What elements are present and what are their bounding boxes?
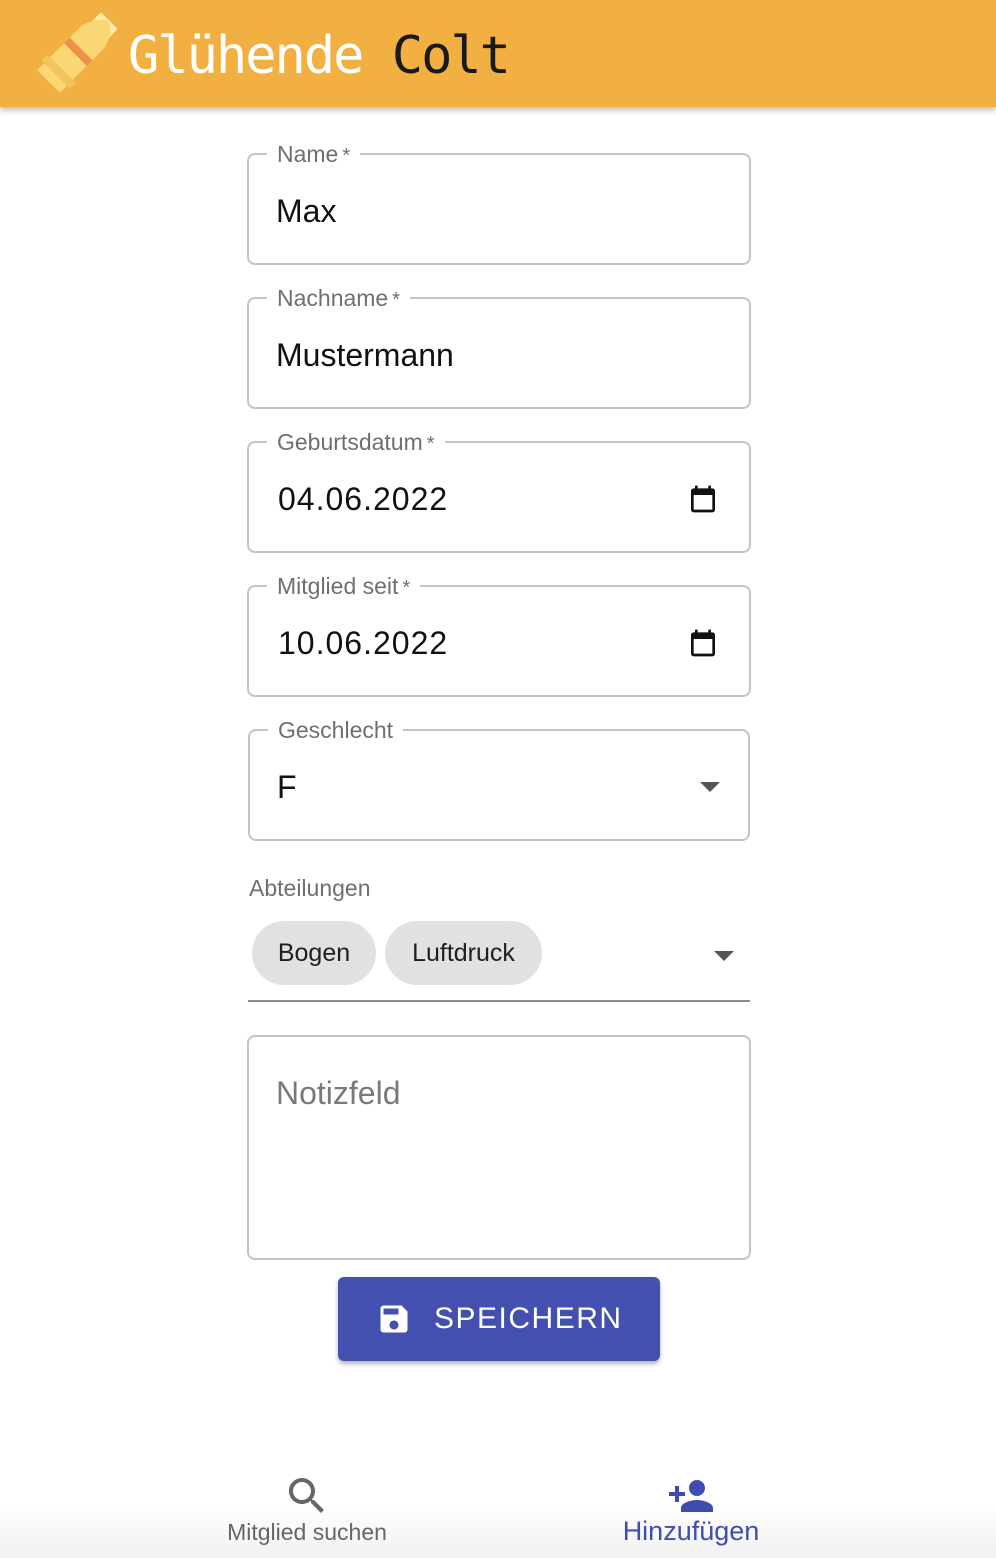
geschlecht-value[interactable]: F [277,767,297,807]
bullet-icon [37,12,118,93]
nachname-field[interactable]: Nachname * Mustermann [247,284,751,409]
nachname-input[interactable]: Mustermann [276,335,454,375]
abteilungen-select[interactable]: Bogen Luftdruck [248,918,750,1002]
geburtsdatum-label: Geburtsdatum * [267,428,445,458]
chevron-down-icon[interactable] [698,780,722,794]
nav-hinzufuegen[interactable]: Hinzufügen [541,1440,841,1558]
name-label: Name * [267,140,361,170]
calendar-icon[interactable] [687,483,719,515]
geburtsdatum-field[interactable]: Geburtsdatum * 04.06.2022 [247,428,751,553]
app-title-part1: Glühende [128,26,364,86]
nav-label: Hinzufügen [622,1516,760,1546]
app-title: Glühende Colt [128,26,511,86]
search-icon [289,1478,324,1513]
nachname-label: Nachname * [267,284,411,314]
mitglied-seit-field[interactable]: Mitglied seit * 10.06.2022 [247,572,751,697]
abteilungen-label: Abteilungen [249,875,371,901]
bottom-navigation: Mitglied suchen Hinzufügen [0,1440,996,1558]
chip-bogen[interactable]: Bogen [252,921,376,985]
mitglied-seit-input[interactable]: 10.06.2022 [278,623,448,663]
nav-label: Mitglied suchen [227,1519,387,1545]
geschlecht-select[interactable]: Geschlecht F [248,716,750,841]
mitglied-seit-label: Mitglied seit * [267,572,421,602]
app-title-part2: Colt [391,26,511,86]
chip-luftdruck[interactable]: Luftdruck [385,921,542,985]
chevron-down-icon[interactable] [712,949,736,963]
name-input[interactable]: Max [276,191,336,231]
nav-mitglied-suchen[interactable]: Mitglied suchen [157,1440,457,1558]
person-add-icon [669,1480,713,1512]
notizfeld-placeholder: Notizfeld [276,1075,401,1111]
geschlecht-label: Geschlecht [268,716,404,744]
save-icon [380,1305,408,1333]
save-button[interactable]: SPEICHERN [338,1277,660,1361]
save-button-label: SPEICHERN [434,1302,623,1335]
app-bar: Glühende Colt [0,0,996,107]
notizfeld-textarea[interactable]: Notizfeld [247,1035,751,1260]
geburtsdatum-input[interactable]: 04.06.2022 [278,479,448,519]
calendar-icon[interactable] [687,627,719,659]
name-field[interactable]: Name * Max [247,140,751,265]
